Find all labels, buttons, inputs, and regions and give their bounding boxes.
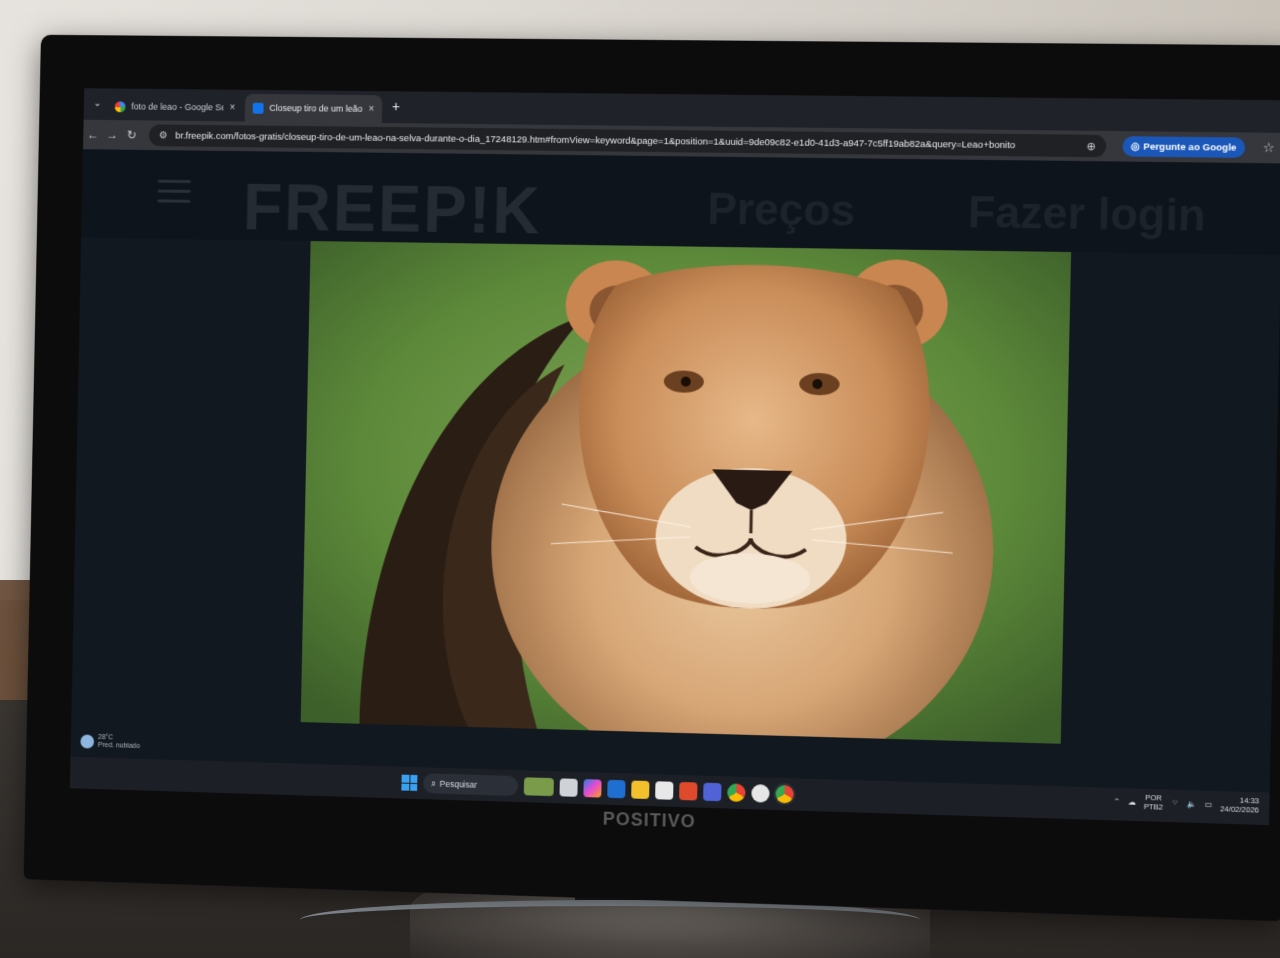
search-icon: ⌕ (431, 778, 436, 789)
new-tab-button[interactable]: + (392, 99, 400, 113)
chatgpt-icon[interactable] (751, 784, 769, 803)
chrome-active-icon[interactable] (775, 785, 793, 804)
windows-start-icon[interactable] (401, 775, 417, 791)
bookmark-star-icon[interactable]: ☆ (1262, 140, 1274, 156)
nav-link-login[interactable]: Fazer login (967, 188, 1206, 242)
close-tab-icon[interactable]: × (368, 103, 374, 114)
file-explorer-icon[interactable] (631, 781, 649, 800)
monitor-brand-logo: POSITIVO (603, 809, 696, 833)
close-tab-icon[interactable]: × (229, 102, 235, 113)
clock-date: 24/02/2026 (1220, 804, 1259, 814)
lens-icon: ◎ (1131, 141, 1140, 152)
calendar-icon[interactable] (655, 781, 673, 800)
zoom-icon[interactable]: ⊕ (1086, 139, 1096, 152)
taskbar-search-label: Pesquisar (440, 779, 478, 790)
wifi-icon[interactable]: ⌔ (1171, 798, 1178, 808)
freepik-logo[interactable]: FREEP!K (242, 169, 542, 248)
widgets-icon[interactable] (524, 777, 554, 796)
language-indicator[interactable]: POR PTB2 (1144, 793, 1164, 812)
chevron-up-icon[interactable]: ⌃ (1113, 797, 1120, 806)
ask-google-button[interactable]: ◎ Pergunte ao Google (1122, 136, 1245, 158)
hamburger-menu-icon[interactable] (157, 180, 190, 204)
screen: ⌄ foto de leao - Google Search × Closeup… (70, 88, 1280, 825)
back-icon[interactable]: ← (83, 128, 103, 142)
clock[interactable]: 14:33 24/02/2026 (1220, 795, 1259, 814)
lion-image (301, 241, 1071, 744)
reload-icon[interactable]: ↻ (122, 128, 142, 142)
site-info-icon[interactable]: ⚙ (159, 130, 168, 141)
onedrive-icon[interactable]: ☁ (1128, 797, 1136, 806)
teams-icon[interactable] (703, 783, 721, 802)
tab-search-dropdown-icon[interactable]: ⌄ (90, 96, 106, 112)
lion-photo[interactable] (301, 241, 1071, 744)
app-icon[interactable] (679, 782, 697, 801)
chrome-icon[interactable] (727, 783, 745, 802)
address-url[interactable]: br.freepik.com/fotos-gratis/closeup-tiro… (175, 130, 1015, 151)
language-line2: PTB2 (1144, 802, 1163, 812)
freepik-icon (253, 102, 264, 113)
tab-google-search[interactable]: foto de leao - Google Search × (107, 92, 244, 121)
taskbar-search[interactable]: ⌕ Pesquisar (423, 773, 518, 796)
taskbar-apps: ⌕ Pesquisar (401, 773, 794, 805)
monitor: ⌄ foto de leao - Google Search × Closeup… (24, 35, 1280, 921)
forward-icon[interactable]: → (102, 128, 122, 142)
weather-icon (80, 734, 94, 748)
tab-freepik[interactable]: Closeup tiro de um leão na selv × (245, 94, 383, 123)
tab-label: foto de leao - Google Search (131, 102, 224, 113)
freepik-page: FREEP!K Preços Fazer login (71, 149, 1280, 792)
google-icon (115, 101, 126, 112)
volume-icon[interactable]: 🔈 (1187, 799, 1197, 808)
nav-link-pricing[interactable]: Preços (707, 185, 856, 237)
weather-desc: Pred. nublado (98, 742, 140, 751)
system-tray: ⌃ ☁ POR PTB2 ⌔ 🔈 ▭ 14:33 24/02/2026 (1113, 792, 1259, 815)
copilot-icon[interactable] (583, 779, 601, 798)
store-icon[interactable] (607, 780, 625, 799)
battery-icon[interactable]: ▭ (1205, 799, 1213, 808)
task-view-icon[interactable] (559, 778, 577, 796)
tab-label: Closeup tiro de um leão na selv (269, 103, 362, 114)
weather-widget[interactable]: 28°C Pred. nublado (80, 733, 140, 750)
ask-google-label: Pergunte ao Google (1143, 141, 1236, 153)
site-header: FREEP!K Preços Fazer login (81, 149, 1280, 255)
